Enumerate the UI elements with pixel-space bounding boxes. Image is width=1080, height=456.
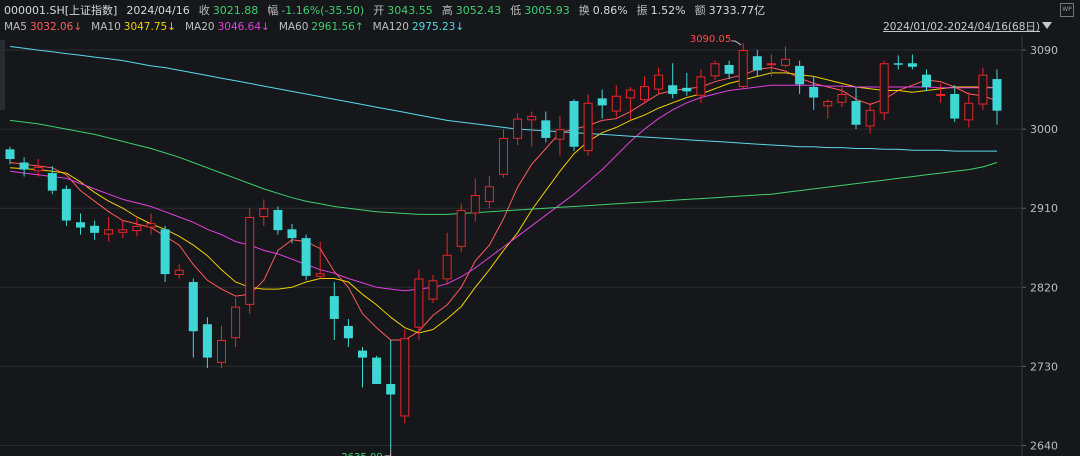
candle-body-down bbox=[893, 63, 903, 65]
candle-body-up bbox=[710, 63, 720, 77]
candle-body-down bbox=[301, 238, 311, 276]
candle-body-up bbox=[217, 340, 226, 363]
candle-body-down bbox=[922, 74, 931, 87]
candle-body-down bbox=[907, 63, 917, 67]
candle-body-up bbox=[823, 101, 833, 107]
candle-body-up bbox=[640, 86, 649, 101]
kline-chart-panel: 000001.SH[上证指数] 2024/04/16 收 3021.88 幅 -… bbox=[0, 0, 1080, 456]
candle-body-up bbox=[33, 166, 43, 172]
candle-body-up bbox=[428, 280, 438, 300]
candle-body-up bbox=[865, 109, 875, 127]
candle-body-up bbox=[414, 278, 424, 328]
y-tick-label: 2910 bbox=[1030, 202, 1058, 215]
candle-body-up bbox=[146, 223, 156, 228]
candle-body-down bbox=[372, 357, 382, 384]
y-tick-label: 3000 bbox=[1030, 123, 1058, 136]
candle-body-up bbox=[879, 63, 889, 114]
y-tick-label: 2820 bbox=[1030, 281, 1058, 294]
candle-body-down bbox=[61, 188, 71, 221]
low-marker-line bbox=[384, 449, 392, 456]
candle-body-down bbox=[682, 87, 692, 92]
candle-body-down bbox=[597, 98, 607, 106]
candle-body-up bbox=[654, 74, 664, 90]
candle-body-up bbox=[484, 186, 494, 203]
candle-body-down bbox=[795, 65, 805, 85]
candle-body-up bbox=[499, 137, 508, 175]
candle-body-down bbox=[329, 296, 339, 319]
candle-body-down bbox=[992, 79, 1002, 111]
candle-body-down bbox=[76, 222, 85, 228]
candle-body-down bbox=[202, 324, 212, 358]
candle-body-down bbox=[569, 101, 579, 147]
y-tick-label: 2640 bbox=[1030, 439, 1058, 452]
candle-body-down bbox=[188, 282, 198, 332]
candle-body-down bbox=[343, 325, 353, 339]
candle-body-up bbox=[837, 93, 847, 103]
candle-body-up bbox=[611, 95, 621, 112]
candle-body-up bbox=[964, 102, 974, 121]
candle-body-down bbox=[386, 383, 396, 395]
candle-body-down bbox=[809, 86, 819, 98]
high-annotation: 3090.05 bbox=[690, 34, 731, 45]
candle-body-up bbox=[245, 217, 255, 305]
candle-body-up bbox=[583, 102, 593, 152]
candle-body-up bbox=[978, 74, 988, 105]
candle-body-up bbox=[174, 269, 184, 275]
candle-body-down bbox=[90, 225, 100, 233]
candle-body-up bbox=[738, 50, 748, 87]
candle-body-down bbox=[287, 229, 297, 239]
candle-body-up bbox=[766, 63, 776, 66]
candle-body-up bbox=[315, 273, 325, 277]
candle-body-up bbox=[400, 338, 410, 417]
candle-body-up bbox=[118, 229, 128, 233]
candle-body-down bbox=[47, 173, 57, 191]
candle-body-down bbox=[273, 209, 283, 231]
candle-body-up bbox=[456, 209, 466, 247]
candle-body-down bbox=[851, 101, 861, 125]
candle-body-down bbox=[541, 120, 551, 138]
candle-body-down bbox=[160, 229, 170, 275]
candle-body-up bbox=[132, 225, 142, 232]
candle-body-down bbox=[358, 350, 367, 358]
candle-body-up bbox=[527, 115, 537, 121]
candle-body-up bbox=[442, 254, 452, 280]
ma5-line bbox=[9, 67, 998, 341]
candle-body-up bbox=[259, 208, 269, 218]
candlestick-plot: 3090 3000 2910 2820 2730 2640 3090.05 2635.09 bbox=[0, 34, 1058, 456]
y-tick-label: 3090 bbox=[1030, 44, 1058, 57]
candle-body-up bbox=[696, 76, 706, 96]
candle-body-down bbox=[752, 56, 762, 71]
candle-body-up bbox=[555, 129, 565, 140]
candle-body-up bbox=[231, 306, 241, 339]
high-marker-line bbox=[731, 40, 742, 46]
candle-body-down bbox=[5, 149, 15, 160]
candle-body-up bbox=[513, 118, 523, 139]
candle-body-up bbox=[625, 89, 635, 99]
ma20-line bbox=[9, 84, 997, 292]
candle-body-up bbox=[104, 229, 114, 235]
candle-body-down bbox=[19, 162, 29, 170]
candle-body-down bbox=[950, 93, 960, 119]
candle-body-down bbox=[668, 85, 678, 94]
low-annotation: 2635.09 bbox=[341, 452, 382, 456]
candle-body-down bbox=[724, 64, 734, 74]
candle-body-up bbox=[781, 58, 790, 66]
candle-body-up bbox=[936, 93, 946, 96]
ma10-line bbox=[9, 72, 998, 334]
candle-body-up bbox=[470, 195, 480, 214]
y-tick-label: 2730 bbox=[1030, 360, 1058, 373]
